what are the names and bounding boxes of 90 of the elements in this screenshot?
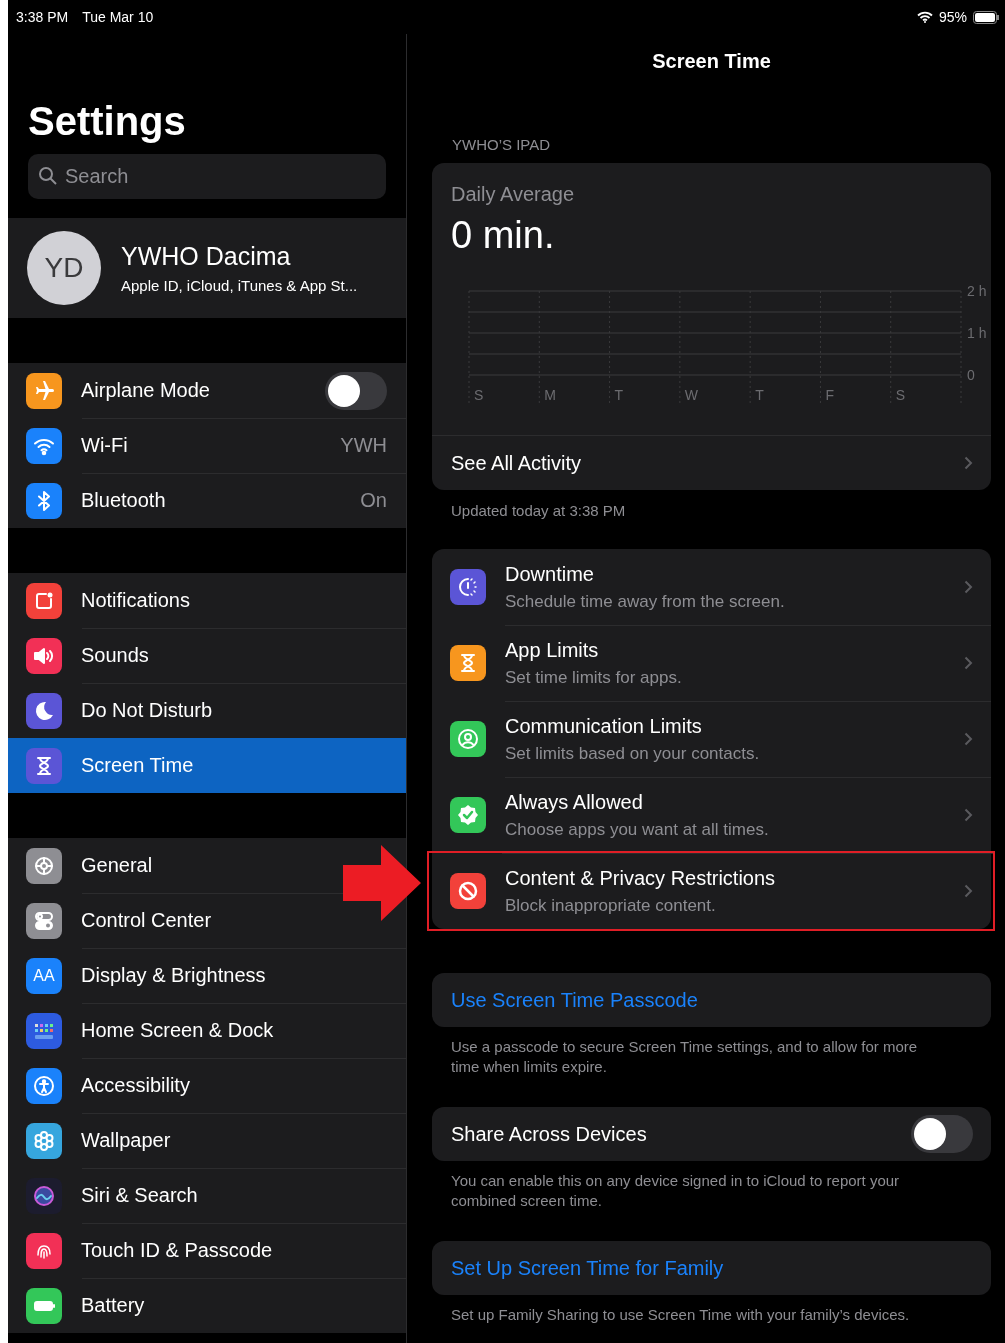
share-label: Share Across Devices (451, 1122, 647, 1146)
chevron-icon (964, 656, 973, 670)
sidebar-item[interactable]: AA Display & Brightness (8, 948, 406, 1003)
avatar-initials: YD (27, 231, 101, 305)
item-label: Wi-Fi (81, 434, 129, 457)
item-label: Sounds (81, 644, 150, 667)
sidebar-item[interactable]: Sounds (8, 628, 406, 683)
passcode-footer: Use a passcode to secure Screen Time settings, and to allow for more time when limits expire. (451, 1037, 991, 1077)
axis-tick-label: 1 h (967, 325, 987, 341)
option-subtitle: Set time limits for apps. (505, 667, 683, 688)
item-label: Siri & Search (81, 1184, 199, 1207)
sidebar-item[interactable]: Siri & Search (8, 1168, 406, 1223)
axis-tick-label: 0 (967, 367, 975, 383)
item-label: General (81, 854, 154, 877)
axis-tick-label: M (544, 387, 556, 403)
axis-tick-label: W (684, 387, 699, 403)
profile-subtitle: Apple ID, iCloud, iTunes & App St... (121, 277, 358, 294)
item-label: Control Center (81, 909, 213, 932)
toggle-switch[interactable] (911, 1115, 973, 1153)
item-value: YWH (340, 434, 387, 457)
option-title: Always Allowed (505, 790, 644, 814)
status-date: Tue Mar 10 (82, 9, 154, 25)
option-subtitle: Set limits based on your contacts. (505, 743, 761, 764)
option-title: Downtime (505, 562, 595, 586)
page-title: Screen Time (651, 50, 772, 73)
option-row[interactable]: Always Allowed Choose apps you want at all times. (432, 777, 991, 853)
clock-time: 3:38 PM (16, 9, 69, 25)
chevron-icon (964, 580, 973, 594)
item-label: Home Screen & Dock (81, 1019, 275, 1042)
sidebar-item[interactable]: Wi-Fi YWH (8, 418, 406, 473)
text-icon: AA (26, 957, 62, 994)
wifi-icon (916, 11, 933, 23)
sidebar-item[interactable]: Airplane Mode (8, 363, 406, 418)
item-label: Accessibility (81, 1074, 191, 1097)
sidebar-item[interactable]: Home Screen & Dock (8, 1003, 406, 1058)
item-label: Notifications (81, 589, 191, 612)
option-subtitle: Schedule time away from the screen. (505, 591, 786, 612)
option-row[interactable]: Communication Limits Set limits based on your contacts. (432, 701, 991, 777)
chevron-icon (964, 732, 973, 746)
passcode-link[interactable]: Use Screen Time Passcode (451, 988, 698, 1012)
option-title: Content & Privacy Restrictions (505, 866, 777, 890)
item-label: Display & Brightness (81, 964, 267, 987)
sidebar-item[interactable]: Do Not Disturb (8, 683, 406, 738)
search-field[interactable]: Search (28, 154, 386, 199)
battery-percentage: 95% (938, 9, 967, 25)
option-title: Communication Limits (505, 714, 703, 738)
sidebar-item[interactable]: Bluetooth On (8, 473, 406, 528)
item-label: Wallpaper (81, 1129, 172, 1152)
item-label: Screen Time (81, 754, 195, 777)
updated-note: Updated today at 3:38 PM (451, 502, 627, 519)
axis-tick-label: T (614, 387, 624, 403)
sidebar-title: Settings (28, 98, 187, 144)
axis-tick-label: 2 h (967, 283, 987, 299)
sidebar-item[interactable]: Touch ID & Passcode (8, 1223, 406, 1278)
sidebar-item[interactable]: Accessibility (8, 1058, 406, 1113)
sidebar-item[interactable]: Control Center (8, 893, 406, 948)
item-label: Touch ID & Passcode (81, 1239, 274, 1262)
profile-row[interactable]: YD YWHO Dacima Apple ID, iCloud, iTunes & App St... (8, 218, 406, 318)
search-icon (38, 166, 58, 186)
option-title: App Limits (505, 638, 600, 662)
battery-icon (973, 10, 999, 24)
option-row[interactable]: Downtime Schedule time away from the screen. (432, 549, 991, 625)
daily-average-label: Daily Average (451, 183, 576, 206)
chevron-icon (964, 884, 973, 898)
see-all-activity-row[interactable]: See All Activity (432, 435, 991, 490)
option-subtitle: Choose apps you want at all times. (505, 819, 770, 840)
chevron-icon (964, 808, 973, 822)
axis-tick-label: T (755, 387, 764, 403)
chevron-icon (964, 456, 973, 470)
sidebar-item[interactable]: Notifications (8, 573, 406, 628)
daily-average-value: 0 min. (451, 214, 556, 257)
axis-tick-label: S (895, 387, 906, 403)
profile-name: YWHO Dacima (121, 242, 292, 271)
section-header: YWHO’S IPAD (452, 136, 552, 153)
sidebar-item[interactable]: Wallpaper (8, 1113, 406, 1168)
sidebar-item[interactable]: Screen Time (8, 738, 406, 793)
toggle-switch[interactable] (325, 371, 387, 410)
sidebar-item[interactable]: Battery (8, 1278, 406, 1333)
item-label: Airplane Mode (81, 379, 211, 402)
item-label: Battery (81, 1294, 146, 1317)
axis-tick-label: S (474, 387, 484, 403)
option-row[interactable]: Content & Privacy Restrictions Block inappropriate content. (429, 853, 993, 929)
option-subtitle: Block inappropriate content. (505, 895, 717, 916)
axis-tick-label: F (825, 387, 834, 403)
share-footer: You can enable this on any device signed in to iCloud to report your combined screen time. (451, 1171, 991, 1211)
item-label: Do Not Disturb (81, 699, 214, 722)
item-label: Bluetooth (81, 489, 167, 512)
option-row[interactable]: App Limits Set time limits for apps. (432, 625, 991, 701)
family-footer: Set up Family Sharing to use Screen Time with your family’s devices. (451, 1305, 991, 1325)
item-value: On (360, 489, 387, 512)
